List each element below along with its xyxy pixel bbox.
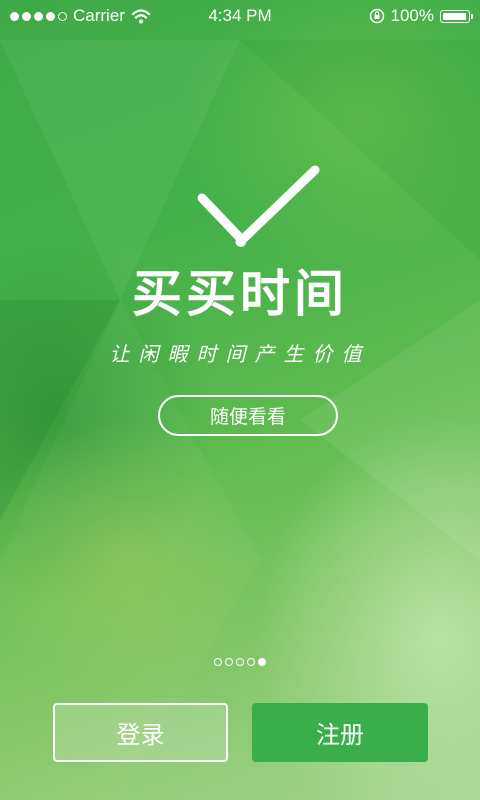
login-button[interactable]: 登录 (53, 703, 228, 762)
page-indicator (0, 658, 480, 666)
page-dot (214, 658, 222, 666)
browse-button[interactable]: 随便看看 (158, 395, 338, 436)
battery-icon (440, 9, 473, 23)
page-dot (225, 658, 233, 666)
app-title: 买买时间 (132, 264, 348, 323)
status-time: 4:34 PM (208, 6, 272, 25)
status-bar: Carrier 4:34 PM 100% (0, 0, 480, 32)
app-slogan: 让闲暇时间产生价值 (109, 342, 371, 366)
clock-checkmark-icon (197, 165, 320, 247)
battery-fill (443, 12, 466, 20)
page-dot (236, 658, 244, 666)
page-dot (247, 658, 255, 666)
register-button[interactable]: 注册 (252, 703, 428, 762)
page-dot-active (258, 658, 266, 666)
